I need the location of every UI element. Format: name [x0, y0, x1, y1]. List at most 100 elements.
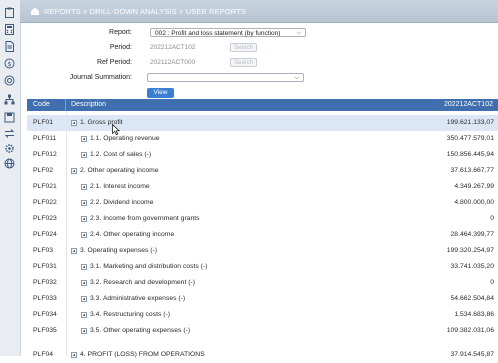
row-description: 4. PROFIT (LOSS) FROM OPERATIONS	[71, 351, 205, 358]
top-header: REPORTS > DRILL-DOWN ANALYSIS > USER REP…	[20, 0, 498, 23]
row-description-text: 2.4. Other operating income	[90, 231, 175, 238]
expand-plus-icon[interactable]	[81, 199, 87, 206]
target-icon[interactable]	[4, 75, 15, 86]
document-icon[interactable]	[4, 41, 15, 52]
hierarchy-icon[interactable]	[4, 94, 15, 105]
row-amount: 28.464.399,77	[450, 231, 494, 238]
column-divider	[65, 99, 66, 111]
row-amount: 0	[490, 215, 494, 222]
period-search-button[interactable]: Search	[230, 43, 257, 52]
row-amount: 199.320.254,97	[446, 247, 494, 254]
expand-plus-icon[interactable]	[81, 311, 87, 318]
report-select[interactable]: 002 : Profit and loss statement (by func…	[150, 28, 306, 37]
table-header: Code Description 202212ACT102	[27, 99, 498, 111]
row-code: PLF02	[33, 167, 54, 174]
expand-plus-icon[interactable]	[81, 151, 87, 158]
save-icon[interactable]	[4, 112, 15, 123]
row-amount: 150.856.445,94	[446, 151, 494, 158]
row-description-text: 3.5. Other operating expenses (-)	[90, 327, 191, 334]
table-row[interactable]: PLF022 2.2. Dividend income 4.800.000,00	[27, 195, 498, 211]
row-amount: 4.349.267,99	[454, 183, 494, 190]
table-row[interactable]: PLF024 2.4. Other operating income 28.464.…	[27, 227, 498, 243]
row-code: PLF03	[33, 247, 54, 254]
table-row[interactable]: PLF011 1.1. Operating revenue 350.477.579,…	[27, 131, 498, 147]
expand-plus-icon[interactable]	[71, 167, 77, 174]
table-row[interactable]: PLF032 3.2. Research and development (-) 0	[27, 275, 498, 291]
row-code: PLF012	[33, 151, 57, 158]
row-description: 3. Operating expenses (-)	[71, 247, 157, 254]
table-row[interactable]: PLF012 1.2. Cost of sales (-) 150.856.445,…	[27, 147, 498, 163]
expand-plus-icon[interactable]	[81, 215, 87, 222]
table-row[interactable]: PLF02 2. Other operating income 37.613.667…	[27, 163, 498, 179]
row-amount: 0	[490, 279, 494, 286]
row-code: PLF021	[33, 183, 57, 190]
row-description: 2.2. Dividend income	[81, 199, 153, 206]
row-description-text: 4. PROFIT (LOSS) FROM OPERATIONS	[80, 351, 205, 358]
row-code: PLF024	[33, 231, 57, 238]
mouse-cursor-icon	[112, 124, 120, 135]
table-row[interactable]: PLF01 1. Gross profit 199.621.133,07	[27, 115, 498, 131]
row-description: 2. Other operating income	[71, 167, 159, 174]
home-icon[interactable]	[30, 6, 40, 16]
row-description-text: 3.3. Administrative expenses (-)	[90, 295, 186, 302]
row-description: 1.2. Cost of sales (-)	[81, 151, 151, 158]
expand-plus-icon[interactable]	[71, 119, 77, 126]
expand-plus-icon[interactable]	[81, 263, 87, 270]
column-header-description[interactable]: Description	[71, 101, 106, 108]
row-code: PLF04	[33, 351, 54, 358]
expand-plus-icon[interactable]	[81, 231, 87, 238]
expand-plus-icon[interactable]	[81, 279, 87, 286]
clipboard-icon[interactable]	[4, 7, 15, 18]
row-amount: 199.621.133,07	[446, 119, 494, 126]
row-code: PLF033	[33, 295, 57, 302]
table-row[interactable]: PLF021 2.1. Interest income 4.349.267,99	[27, 179, 498, 195]
row-code: PLF011	[33, 135, 57, 142]
row-amount: 109.382.031,06	[446, 327, 494, 334]
row-description-text: 1.1. Operating revenue	[90, 135, 160, 142]
view-button[interactable]: View	[147, 88, 174, 98]
table-row[interactable]: PLF035 3.5. Other operating expenses (-) 1…	[27, 323, 498, 339]
table-row[interactable]: PLF031 3.1. Marketing and distribution co…	[27, 259, 498, 275]
table-row[interactable]: PLF034 3.4. Restructuring costs (-) 1.534.…	[27, 307, 498, 323]
row-description-text: 3.1. Marketing and distribution costs (-…	[90, 263, 208, 270]
table-row[interactable]: PLF04 4. PROFIT (LOSS) FROM OPERATIONS 37.…	[27, 347, 498, 363]
column-header-code[interactable]: Code	[33, 101, 50, 108]
breadcrumb[interactable]: REPORTS > DRILL-DOWN ANALYSIS > USER REP…	[44, 7, 246, 16]
table-row[interactable]: PLF023 2.3. Income from government grants…	[27, 211, 498, 227]
expand-plus-icon[interactable]	[71, 351, 77, 358]
row-code: PLF031	[33, 263, 57, 270]
expand-plus-icon[interactable]	[81, 295, 87, 302]
chevron-down-icon: ⌵	[296, 30, 301, 36]
ref-period-search-button[interactable]: Search	[230, 58, 257, 67]
expand-plus-icon[interactable]	[81, 327, 87, 334]
dollar-icon[interactable]: $	[4, 58, 15, 69]
ref-period-value: 202112ACT000	[150, 59, 196, 66]
journal-summation-select[interactable]: ⌵	[147, 73, 304, 82]
expand-plus-icon[interactable]	[81, 183, 87, 190]
row-description-text: 3.2. Research and development (-)	[90, 279, 196, 286]
ref-period-label: Ref Period:	[96, 59, 132, 66]
row-description: 2.1. Interest income	[81, 183, 150, 190]
table-row[interactable]: PLF03 3. Operating expenses (-) 199.320.25…	[27, 243, 498, 259]
row-description-text: 2. Other operating income	[80, 167, 159, 174]
row-code: PLF032	[33, 279, 57, 286]
column-header-amount[interactable]: 202212ACT102	[444, 101, 493, 108]
row-code: PLF035	[33, 327, 57, 334]
settings-icon[interactable]	[4, 143, 15, 154]
row-code: PLF022	[33, 199, 57, 206]
exchange-icon[interactable]	[4, 128, 15, 139]
globe-icon[interactable]	[4, 158, 15, 169]
row-amount: 350.477.579,01	[446, 135, 494, 142]
expand-plus-icon[interactable]	[71, 247, 77, 254]
calculator-icon[interactable]	[4, 24, 15, 35]
row-amount: 4.800.000,00	[454, 199, 494, 206]
row-description-text: 2.2. Dividend income	[90, 199, 154, 206]
table-row[interactable]: PLF033 3.3. Administrative expenses (-) 54…	[27, 291, 498, 307]
row-amount: 1.534.683,86	[454, 311, 494, 318]
expand-plus-icon[interactable]	[81, 135, 87, 142]
row-description: 3.2. Research and development (-)	[81, 279, 195, 286]
svg-text:$: $	[7, 60, 11, 68]
row-description-text: 2.3. Income from government grants	[90, 215, 200, 222]
report-label: Report:	[109, 29, 132, 36]
row-amount: 37.613.667,77	[450, 167, 494, 174]
